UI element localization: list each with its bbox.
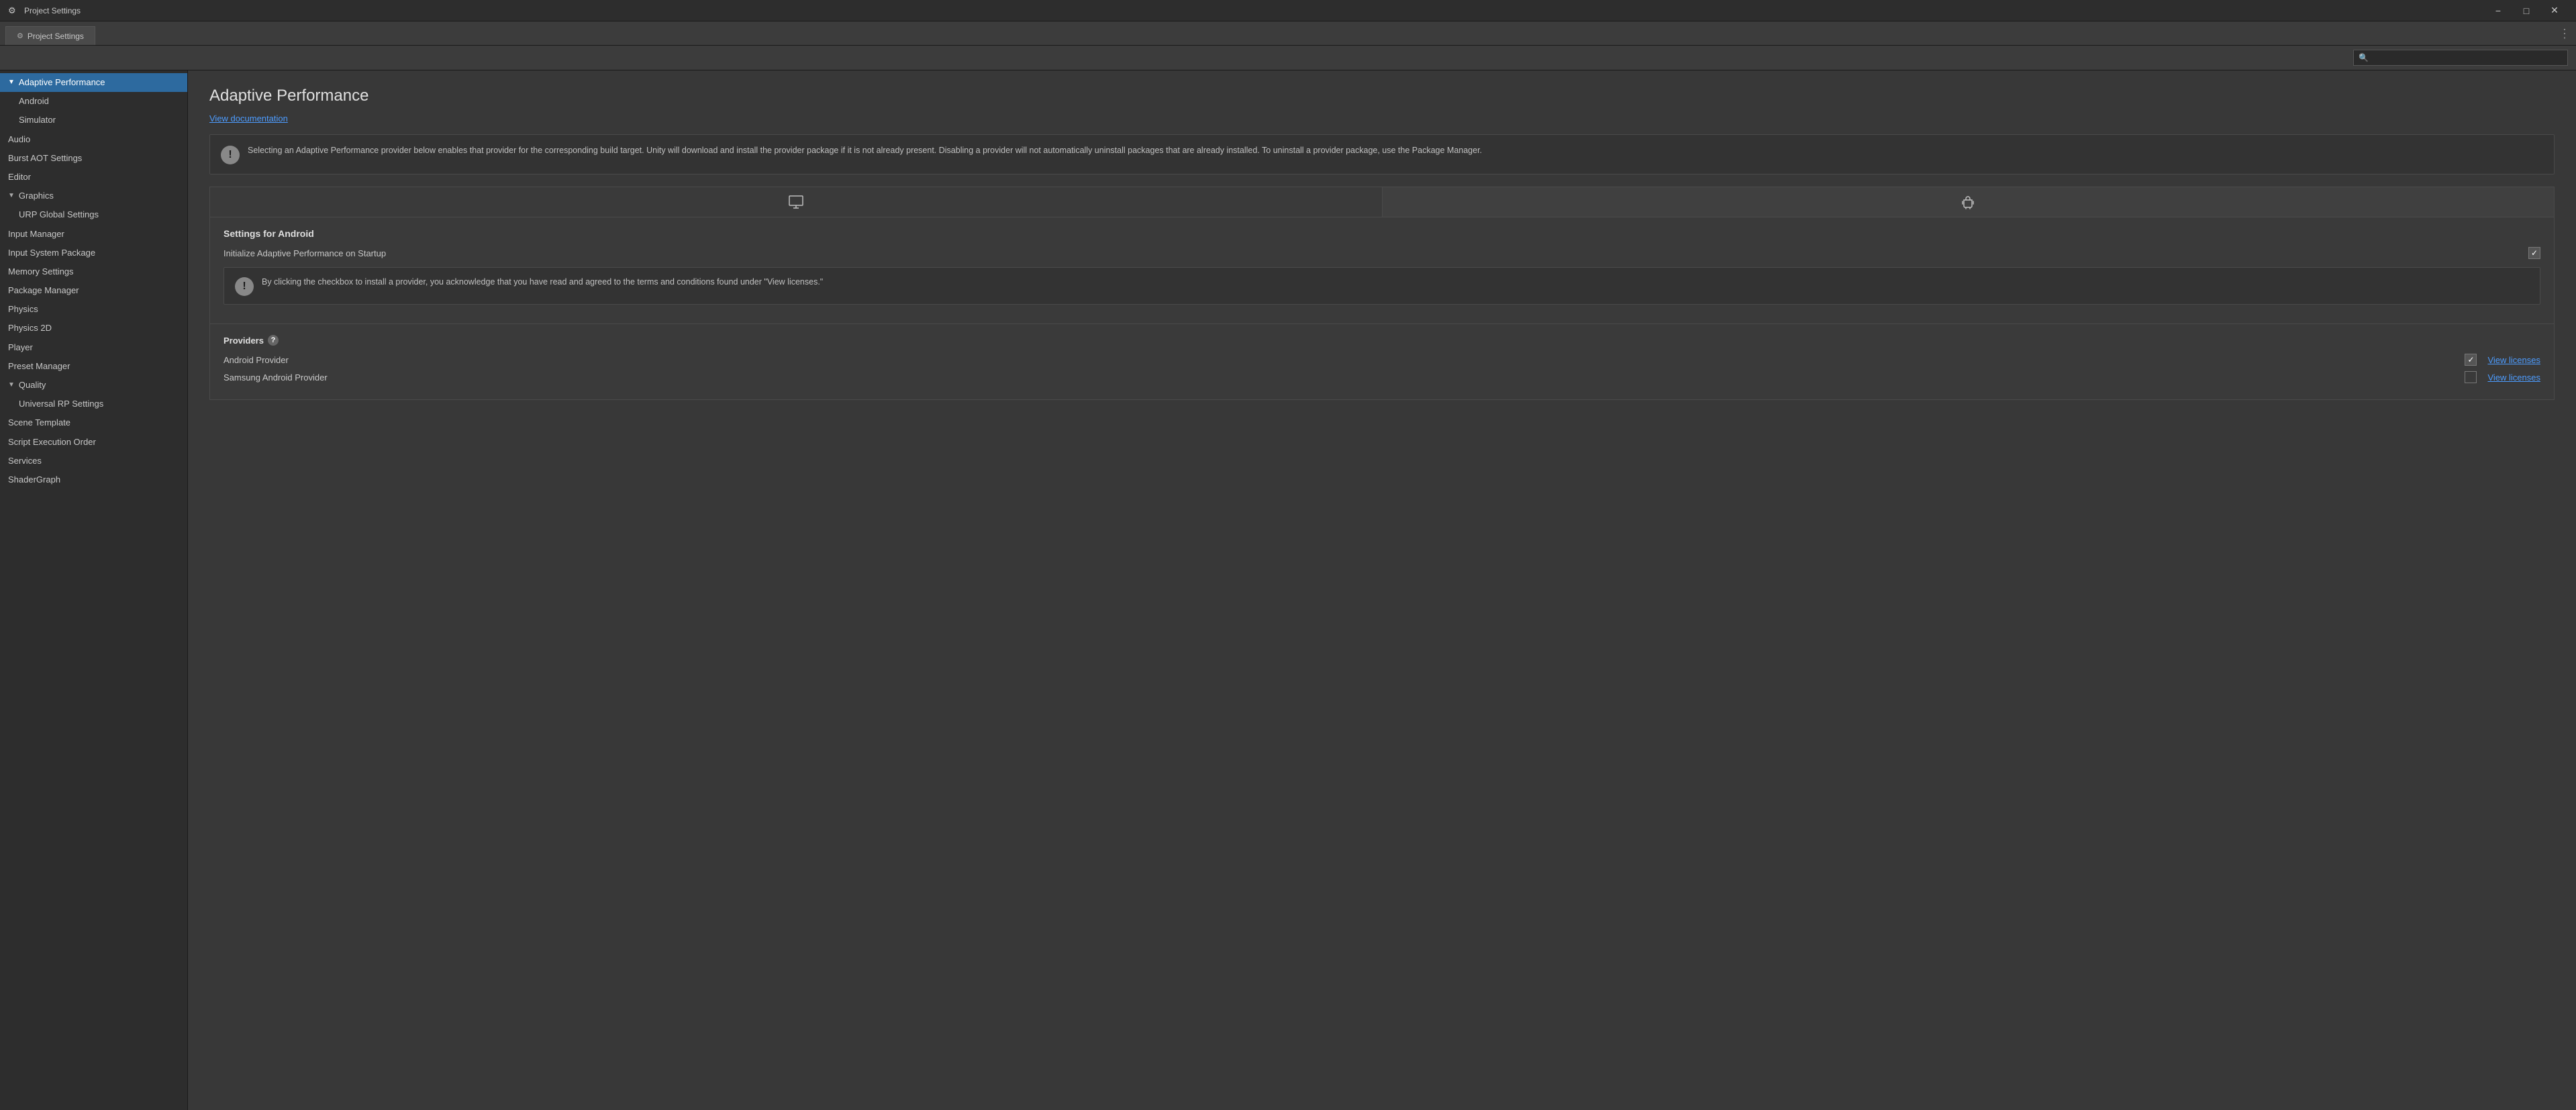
sidebar-item-label: URP Global Settings — [19, 209, 99, 221]
sidebar-item-label: Physics 2D — [8, 322, 52, 334]
close-button[interactable]: ✕ — [2541, 1, 2568, 20]
sidebar-item-label: Scene Template — [8, 417, 70, 429]
android-settings-title: Settings for Android — [224, 228, 2540, 239]
desktop-icon — [788, 194, 804, 210]
init-setting-row: Initialize Adaptive Performance on Start… — [224, 247, 2540, 259]
view-licenses-samsung-android-provider[interactable]: View licenses — [2487, 372, 2540, 383]
search-icon: 🔍 — [2359, 53, 2369, 62]
title-bar-title: Project Settings — [24, 6, 81, 15]
sidebar-item-label: Adaptive Performance — [19, 77, 105, 89]
arrow-icon: ▼ — [8, 191, 15, 201]
providers-help-icon[interactable]: ? — [268, 335, 279, 346]
sidebar-item-package-manager[interactable]: Package Manager — [0, 281, 187, 300]
project-settings-tab[interactable]: ⚙ Project Settings — [5, 26, 95, 45]
sidebar-item-label: Preset Manager — [8, 360, 70, 372]
sidebar-item-label: Package Manager — [8, 285, 79, 297]
sidebar-item-script-execution[interactable]: Script Execution Order — [0, 433, 187, 452]
sidebar-item-android[interactable]: Android — [0, 92, 187, 111]
arrow-icon: ▼ — [8, 381, 15, 390]
sidebar-item-label: Memory Settings — [8, 266, 74, 278]
title-bar-controls: − □ ✕ — [2485, 1, 2568, 20]
warning-box: ! By clicking the checkbox to install a … — [224, 267, 2540, 305]
sidebar-item-editor[interactable]: Editor — [0, 168, 187, 187]
sidebar-item-label: Physics — [8, 303, 38, 315]
sidebar-item-adaptive-performance[interactable]: ▼ Adaptive Performance — [0, 73, 187, 92]
sidebar-item-label: Input System Package — [8, 247, 95, 259]
settings-for-android: Settings for Android Initialize Adaptive… — [209, 217, 2555, 324]
sidebar-item-label: Universal RP Settings — [19, 398, 103, 410]
sidebar-item-shader-graph[interactable]: ShaderGraph — [0, 470, 187, 489]
sidebar-item-universal-rp[interactable]: Universal RP Settings — [0, 395, 187, 413]
page-title: Adaptive Performance — [209, 87, 2555, 105]
sidebar-item-burst-aot[interactable]: Burst AOT Settings — [0, 149, 187, 168]
sidebar-item-services[interactable]: Services — [0, 452, 187, 470]
sidebar-item-audio[interactable]: Audio — [0, 130, 187, 149]
sidebar-item-player[interactable]: Player — [0, 338, 187, 357]
sidebar-item-label: Graphics — [19, 190, 54, 202]
maximize-button[interactable]: □ — [2513, 1, 2540, 20]
provider-name: Samsung Android Provider — [224, 372, 2465, 383]
sidebar-item-simulator[interactable]: Simulator — [0, 111, 187, 130]
info-text: Selecting an Adaptive Performance provid… — [248, 144, 1482, 157]
sidebar-item-label: Services — [8, 455, 42, 467]
content-area: Adaptive Performance View documentation … — [188, 70, 2576, 1110]
sidebar-item-input-system[interactable]: Input System Package — [0, 244, 187, 262]
sidebar-item-preset-manager[interactable]: Preset Manager — [0, 357, 187, 376]
android-platform-tab[interactable] — [1383, 187, 2555, 217]
sidebar-item-label: Script Execution Order — [8, 436, 96, 448]
sidebar-item-label: Quality — [19, 379, 46, 391]
tab-gear-icon: ⚙ — [17, 32, 23, 40]
sidebar: ▼ Adaptive Performance Android Simulator Aud… — [0, 70, 188, 1110]
providers-title: Providers — [224, 336, 264, 346]
provider-name: Android Provider — [224, 355, 2465, 365]
provider-checkbox-android-provider[interactable] — [2465, 354, 2477, 366]
tab-options-button[interactable]: ⋮ — [2559, 28, 2571, 40]
sidebar-item-label: Audio — [8, 134, 30, 146]
sidebar-item-physics[interactable]: Physics — [0, 300, 187, 319]
sidebar-item-urp-global[interactable]: URP Global Settings — [0, 205, 187, 224]
title-bar-left: ⚙ Project Settings — [8, 5, 81, 16]
sidebar-item-label: Player — [8, 342, 33, 354]
sidebar-item-label: Input Manager — [8, 228, 64, 240]
doc-link[interactable]: View documentation — [209, 113, 288, 123]
view-licenses-android-provider[interactable]: View licenses — [2487, 355, 2540, 365]
sidebar-item-memory-settings[interactable]: Memory Settings — [0, 262, 187, 281]
tab-label: Project Settings — [28, 32, 84, 41]
sidebar-item-label: Simulator — [19, 114, 56, 126]
info-icon: ! — [221, 146, 240, 164]
init-checkbox[interactable] — [2528, 247, 2540, 259]
search-bar: 🔍 — [0, 46, 2576, 70]
sidebar-item-input-manager[interactable]: Input Manager — [0, 225, 187, 244]
provider-row-samsung-android-provider: Samsung Android Provider View licenses — [224, 371, 2540, 383]
sidebar-item-label: ShaderGraph — [8, 474, 60, 486]
tab-bar: ⚙ Project Settings ⋮ — [0, 21, 2576, 46]
android-icon — [1960, 194, 1976, 210]
platform-tabs — [209, 187, 2555, 217]
search-input[interactable] — [2353, 50, 2568, 66]
sidebar-item-graphics[interactable]: ▼ Graphics — [0, 187, 187, 205]
desktop-tab[interactable] — [210, 187, 1383, 217]
sidebar-item-scene-template[interactable]: Scene Template — [0, 413, 187, 432]
warning-text: By clicking the checkbox to install a pr… — [262, 276, 823, 289]
app-icon: ⚙ — [8, 5, 19, 16]
search-input-wrap: 🔍 — [2353, 50, 2568, 66]
main-layout: ▼ Adaptive Performance Android Simulator Aud… — [0, 70, 2576, 1110]
sidebar-item-label: Burst AOT Settings — [8, 152, 82, 164]
title-bar: ⚙ Project Settings − □ ✕ — [0, 0, 2576, 21]
sidebar-item-label: Android — [19, 95, 49, 107]
providers-list: Android ProviderView licensesSamsung And… — [224, 354, 2540, 383]
minimize-button[interactable]: − — [2485, 1, 2512, 20]
init-label: Initialize Adaptive Performance on Start… — [224, 248, 2528, 258]
provider-row-android-provider: Android Provider View licenses — [224, 354, 2540, 366]
arrow-icon: ▼ — [8, 78, 15, 87]
providers-section: Providers ? Android Provider View license… — [209, 324, 2555, 400]
sidebar-item-quality[interactable]: ▼ Quality — [0, 376, 187, 395]
provider-checkbox-samsung-android-provider[interactable] — [2465, 371, 2477, 383]
info-box: ! Selecting an Adaptive Performance prov… — [209, 134, 2555, 174]
sidebar-item-label: Editor — [8, 171, 31, 183]
providers-title-row: Providers ? — [224, 335, 2540, 346]
sidebar-item-physics-2d[interactable]: Physics 2D — [0, 319, 187, 338]
warning-icon: ! — [235, 277, 254, 296]
